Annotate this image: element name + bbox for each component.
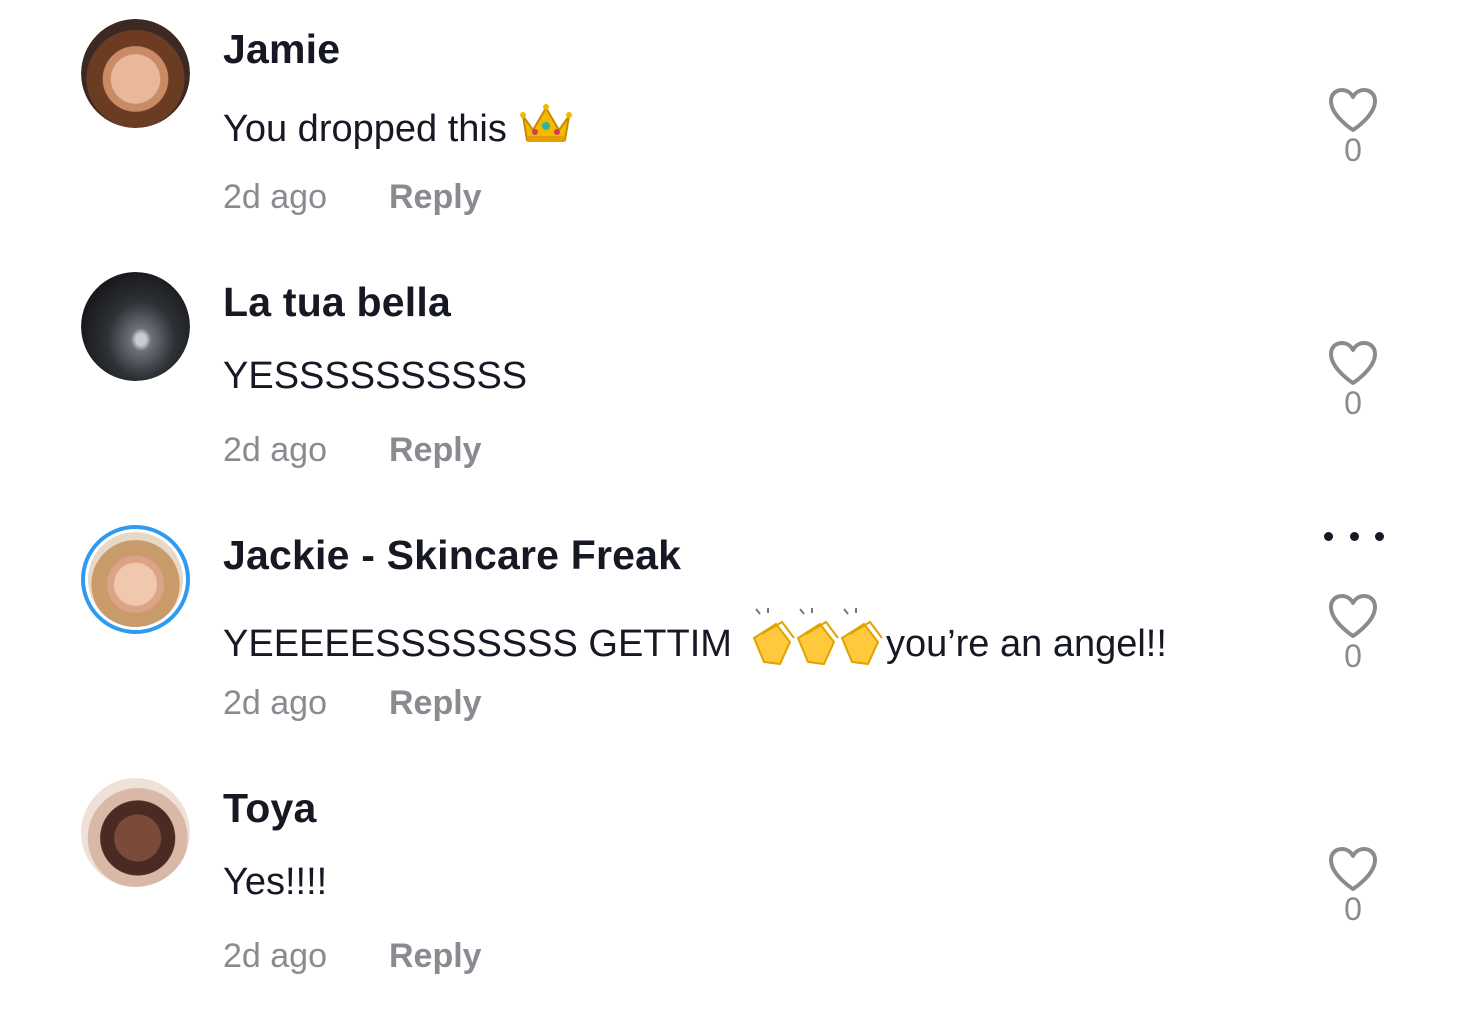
username[interactable]: Jackie - Skincare Freak [223,532,681,579]
like-button[interactable]: 0 [1323,339,1383,422]
heart-outline-icon [1329,847,1377,891]
comment-text: Yes!!!! [223,861,327,904]
comment-text-content: Yes!!!! [223,861,328,903]
comment-text: YESSSSSSSSSS [223,355,527,398]
timestamp: 2d ago [223,431,327,469]
avatar[interactable] [81,525,190,634]
comment-meta: 2d ago Reply [223,937,482,976]
avatar-image [81,272,190,381]
username[interactable]: Toya [223,785,316,832]
reply-button[interactable]: Reply [389,684,482,722]
like-button[interactable]: 0 [1323,592,1383,675]
avatar-image [81,778,190,887]
more-horizontal-icon [1324,531,1333,541]
comment-item: La tua bella YESSSSSSSSSS 2d ago Reply 0 [0,253,1462,506]
like-button[interactable]: 0 [1323,845,1383,928]
like-count: 0 [1344,638,1362,674]
reply-button[interactable]: Reply [389,937,482,975]
comment-text-suffix: you’re an angel!! [885,622,1167,665]
like-count: 0 [1344,132,1362,168]
username[interactable]: Jamie [223,26,340,73]
crown-icon [519,102,573,156]
timestamp: 2d ago [223,178,327,216]
comment-text: You dropped this [223,102,573,156]
comment-meta: 2d ago Reply [223,178,482,217]
comment-item: Jamie You dropped this 2d ago Reply 0 [0,0,1462,253]
comment-text: YEEEEESSSSSSSS GETTIM you’re an angel!! [223,608,1167,680]
timestamp: 2d ago [223,684,327,722]
reply-button[interactable]: Reply [389,178,482,216]
comment-text-content: YEEEEESSSSSSSS GETTIM [223,622,732,665]
username[interactable]: La tua bella [223,279,451,326]
comment-meta: 2d ago Reply [223,684,482,723]
heart-outline-icon [1329,88,1377,132]
comment-text-content: You dropped this [223,107,507,150]
comment-meta: 2d ago Reply [223,431,482,470]
more-options-button[interactable] [1324,526,1384,546]
clapping-hands-icon [746,608,886,680]
avatar-image [81,19,190,128]
avatar-image [88,532,183,627]
comment-item: Jackie - Skincare Freak YEEEEESSSSSSSS G… [0,506,1462,759]
timestamp: 2d ago [223,937,327,975]
avatar[interactable] [81,19,190,128]
heart-outline-icon [1329,594,1377,638]
comment-item: Toya Yes!!!! 2d ago Reply 0 [0,759,1462,1012]
heart-outline-icon [1329,341,1377,385]
comment-text-content: YESSSSSSSSSS [223,355,528,397]
like-button[interactable]: 0 [1323,86,1383,169]
avatar[interactable] [81,272,190,381]
avatar[interactable] [81,778,190,887]
like-count: 0 [1344,891,1362,927]
reply-button[interactable]: Reply [389,431,482,469]
like-count: 0 [1344,385,1362,421]
